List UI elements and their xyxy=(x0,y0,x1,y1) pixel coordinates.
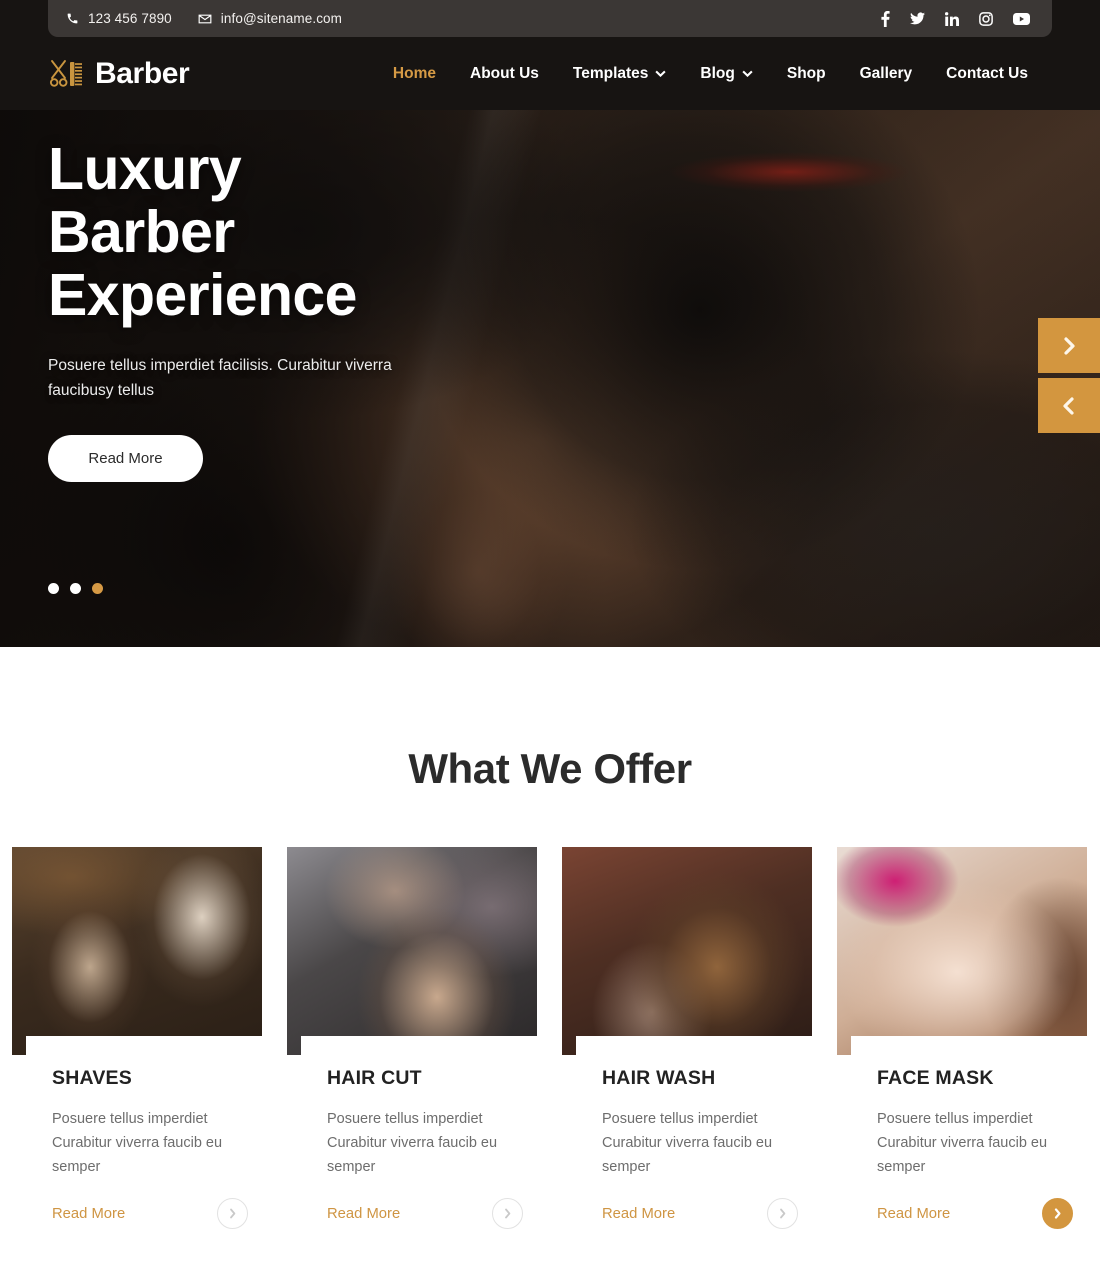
linkedin-icon[interactable] xyxy=(945,11,959,26)
service-title: HAIR CUT xyxy=(327,1067,422,1089)
service-card-hair-cut: HAIR CUT Posuere tellus imperdiet Curabi… xyxy=(287,847,537,1264)
site-header: 123 456 7890 info@sitename.com Barber Ho… xyxy=(0,0,1100,110)
service-description: Posuere tellus imperdiet Curabitur viver… xyxy=(52,1111,223,1175)
nav-label-shop: Shop xyxy=(786,64,826,82)
chevron-right-icon xyxy=(778,1208,787,1219)
chevron-right-icon xyxy=(228,1208,237,1219)
youtube-icon[interactable] xyxy=(1013,12,1030,25)
hero-subtitle: Posuere tellus imperdiet facilisis. Cura… xyxy=(48,357,392,399)
phone-link[interactable]: 123 456 7890 xyxy=(66,11,172,26)
service-card-footer: Read More xyxy=(52,1198,248,1229)
service-title: SHAVES xyxy=(52,1067,132,1089)
nav-item-home[interactable]: Home xyxy=(393,65,436,83)
service-card-face-mask: FACE MASK Posuere tellus imperdiet Curab… xyxy=(837,847,1087,1264)
nav-label-templates: Templates xyxy=(572,64,649,82)
nav-item-blog[interactable]: Blog xyxy=(700,64,753,83)
service-description: Posuere tellus imperdiet Curabitur viver… xyxy=(877,1111,1048,1175)
chevron-left-icon xyxy=(1062,396,1076,415)
chevron-right-icon xyxy=(1062,336,1076,355)
main-navbar: Barber Home About Us Templates Blog Shop… xyxy=(0,37,1100,110)
service-read-more-link[interactable]: Read More xyxy=(327,1206,400,1222)
service-read-more-link[interactable]: Read More xyxy=(52,1206,125,1222)
service-read-more-link[interactable]: Read More xyxy=(877,1206,950,1222)
nav-label-about-us: About Us xyxy=(470,64,539,82)
nav-item-gallery[interactable]: Gallery xyxy=(860,65,913,83)
chevron-right-icon xyxy=(503,1208,512,1219)
envelope-icon xyxy=(198,12,212,26)
service-card-footer: Read More xyxy=(327,1198,523,1229)
service-image xyxy=(12,847,262,1055)
chevron-right-icon xyxy=(1053,1208,1062,1219)
facebook-icon[interactable] xyxy=(881,10,890,27)
hero-content: Luxury Barber Experience Posuere tellus … xyxy=(48,138,608,482)
nav-item-shop[interactable]: Shop xyxy=(787,65,826,83)
phone-number: 123 456 7890 xyxy=(88,11,172,26)
topbar-contact-group: 123 456 7890 info@sitename.com xyxy=(66,11,342,26)
service-description: Posuere tellus imperdiet Curabitur viver… xyxy=(327,1111,498,1175)
carousel-dot-2[interactable] xyxy=(70,583,81,594)
phone-icon xyxy=(66,12,79,25)
service-card-footer: Read More xyxy=(877,1198,1073,1229)
hero-read-more-button[interactable]: Read More xyxy=(48,435,203,482)
services-card-grid: SHAVES Posuere tellus imperdiet Curabitu… xyxy=(0,847,1100,1264)
twitter-icon[interactable] xyxy=(910,12,925,25)
chevron-down-icon xyxy=(655,70,667,77)
service-card-footer: Read More xyxy=(602,1198,798,1229)
nav-links: Home About Us Templates Blog Shop Galler… xyxy=(393,65,1052,83)
service-arrow-button[interactable] xyxy=(767,1198,798,1229)
scissors-comb-icon xyxy=(48,57,84,91)
chevron-down-icon xyxy=(742,70,753,77)
email-link[interactable]: info@sitename.com xyxy=(198,11,342,26)
carousel-next-button[interactable] xyxy=(1038,318,1100,373)
instagram-icon[interactable] xyxy=(979,11,993,26)
nav-label-home: Home xyxy=(392,64,436,82)
carousel-dots xyxy=(48,583,103,594)
nav-label-gallery: Gallery xyxy=(859,64,913,82)
service-card-body: HAIR CUT Posuere tellus imperdiet Curabi… xyxy=(301,1036,537,1264)
service-arrow-button[interactable] xyxy=(492,1198,523,1229)
service-title: FACE MASK xyxy=(877,1067,994,1089)
carousel-prev-button[interactable] xyxy=(1038,378,1100,433)
top-contact-bar: 123 456 7890 info@sitename.com xyxy=(48,0,1052,37)
nav-item-templates[interactable]: Templates xyxy=(573,65,667,83)
nav-label-contact-us: Contact Us xyxy=(946,64,1028,82)
nav-item-contact-us[interactable]: Contact Us xyxy=(946,65,1028,83)
service-card-body: HAIR WASH Posuere tellus imperdiet Curab… xyxy=(576,1036,812,1264)
carousel-dot-3[interactable] xyxy=(92,583,103,594)
service-image xyxy=(837,847,1087,1055)
nav-item-about-us[interactable]: About Us xyxy=(470,65,539,83)
service-arrow-button[interactable] xyxy=(1042,1198,1073,1229)
services-section: What We Offer SHAVES Posuere tellus impe… xyxy=(0,647,1100,1264)
service-title: HAIR WASH xyxy=(602,1067,716,1089)
service-image xyxy=(562,847,812,1055)
nav-label-blog: Blog xyxy=(700,64,735,82)
brand-logo[interactable]: Barber xyxy=(48,56,190,91)
service-image xyxy=(287,847,537,1055)
carousel-arrows xyxy=(1038,318,1100,433)
service-card-body: FACE MASK Posuere tellus imperdiet Curab… xyxy=(851,1036,1087,1264)
service-description: Posuere tellus imperdiet Curabitur viver… xyxy=(602,1111,773,1175)
service-card-shaves: SHAVES Posuere tellus imperdiet Curabitu… xyxy=(12,847,262,1264)
social-links xyxy=(881,10,1030,27)
brand-name: Barber xyxy=(95,56,190,90)
section-heading: What We Offer xyxy=(408,745,692,792)
service-read-more-link[interactable]: Read More xyxy=(602,1206,675,1222)
service-card-hair-wash: HAIR WASH Posuere tellus imperdiet Curab… xyxy=(562,847,812,1264)
hero-title: Luxury Barber Experience xyxy=(48,136,357,328)
hero-carousel: Luxury Barber Experience Posuere tellus … xyxy=(0,110,1100,647)
email-address: info@sitename.com xyxy=(220,11,342,26)
carousel-dot-1[interactable] xyxy=(48,583,59,594)
service-card-body: SHAVES Posuere tellus imperdiet Curabitu… xyxy=(26,1036,262,1264)
service-arrow-button[interactable] xyxy=(217,1198,248,1229)
